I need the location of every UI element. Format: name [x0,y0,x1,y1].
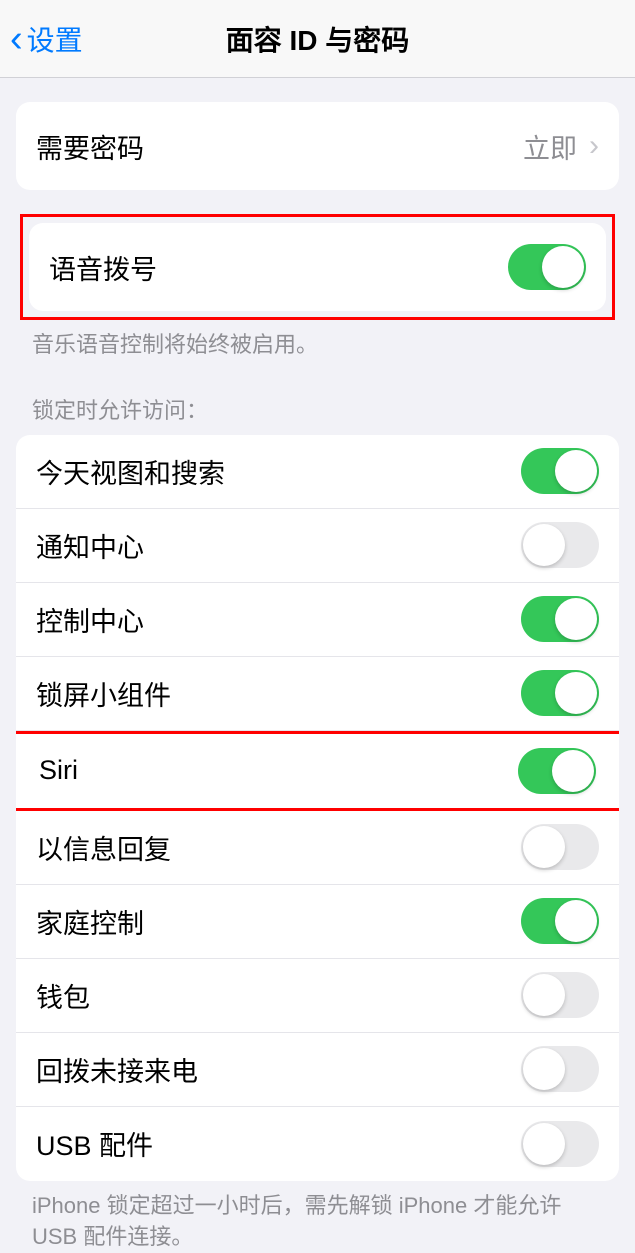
locked-access-row[interactable]: 回拨未接来电 [16,1033,619,1107]
locked-access-toggle[interactable] [521,972,599,1018]
locked-access-toggle[interactable] [521,1121,599,1167]
locked-access-toggle[interactable] [521,596,599,642]
usb-footer: iPhone 锁定超过一小时后，需先解锁 iPhone 才能允许 USB 配件连… [0,1181,635,1253]
locked-access-label: 以信息回复 [36,828,171,867]
locked-access-toggle[interactable] [521,670,599,716]
toggle-knob [523,826,565,868]
locked-access-toggle[interactable] [521,824,599,870]
toggle-knob [523,524,565,566]
locked-access-toggle[interactable] [521,898,599,944]
back-button[interactable]: ‹ 设置 [10,19,83,59]
voice-dial-highlight: 语音拨号 [20,214,615,320]
locked-access-toggle[interactable] [521,522,599,568]
locked-access-toggle[interactable] [518,748,596,794]
require-passcode-row[interactable]: 需要密码 立即 › [16,102,619,190]
toggle-knob [552,750,594,792]
passcode-group: 需要密码 立即 › [16,102,619,190]
toggle-knob [523,1123,565,1165]
toggle-knob [523,1048,565,1090]
locked-access-label: 锁屏小组件 [36,674,171,713]
voice-dial-toggle[interactable] [508,244,586,290]
locked-access-toggle[interactable] [521,448,599,494]
locked-access-row[interactable]: 今天视图和搜索 [16,435,619,509]
toggle-knob [555,450,597,492]
locked-access-label: 钱包 [36,976,90,1015]
toggle-knob [555,672,597,714]
locked-access-label: 控制中心 [36,600,144,639]
back-label: 设置 [27,19,83,59]
locked-access-row[interactable]: 控制中心 [16,583,619,657]
voice-dial-group: 语音拨号 [29,223,606,311]
toggle-knob [542,246,584,288]
locked-access-label: USB 配件 [36,1124,153,1163]
locked-access-row[interactable]: 锁屏小组件 [16,657,619,731]
locked-access-label: Siri [39,755,78,786]
locked-access-label: 通知中心 [36,526,144,565]
locked-access-row[interactable]: 通知中心 [16,509,619,583]
toggle-knob [555,598,597,640]
navigation-bar: ‹ 设置 面容 ID 与密码 [0,0,635,78]
toggle-knob [523,974,565,1016]
locked-access-label: 今天视图和搜索 [36,452,225,491]
locked-access-row[interactable]: 以信息回复 [16,811,619,885]
locked-access-toggle[interactable] [521,1046,599,1092]
locked-access-row[interactable]: 家庭控制 [16,885,619,959]
locked-access-row[interactable]: 钱包 [16,959,619,1033]
locked-access-header: 锁定时允许访问： [0,361,635,435]
require-passcode-label: 需要密码 [36,127,144,166]
page-title: 面容 ID 与密码 [0,19,635,59]
voice-dial-row[interactable]: 语音拨号 [29,223,606,311]
toggle-knob [555,900,597,942]
locked-access-label: 家庭控制 [36,902,144,941]
locked-access-label: 回拨未接来电 [36,1050,198,1089]
content: 需要密码 立即 › 语音拨号 音乐语音控制将始终被启用。 锁定时允许访问： 今天… [0,102,635,1252]
voice-dial-label: 语音拨号 [49,248,157,287]
require-passcode-value: 立即 › [523,127,599,166]
chevron-left-icon: ‹ [10,20,23,58]
locked-access-group: 今天视图和搜索通知中心控制中心锁屏小组件 Siri 以信息回复家庭控制钱包回拨未接来… [16,435,619,1181]
locked-access-row[interactable]: USB 配件 [16,1107,619,1181]
voice-dial-footer: 音乐语音控制将始终被启用。 [0,320,635,361]
chevron-right-icon: › [589,129,599,163]
locked-access-row[interactable]: Siri [16,731,619,811]
